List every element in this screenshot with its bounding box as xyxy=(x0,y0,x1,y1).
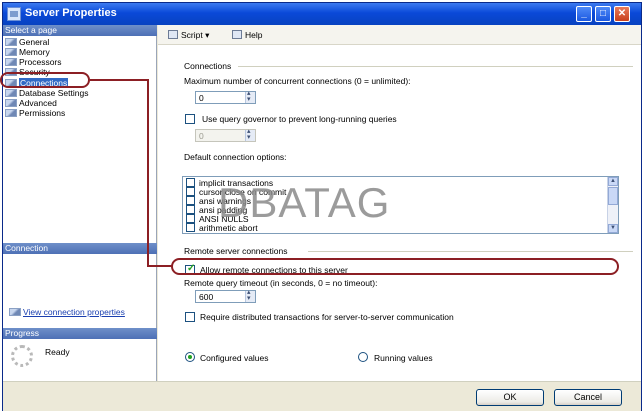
scroll-down-icon[interactable]: ▼ xyxy=(608,224,618,233)
maximize-button[interactable]: □ xyxy=(595,6,611,22)
annotation-connector xyxy=(90,79,148,81)
window-app-icon xyxy=(7,7,21,21)
connections-group-label: Connections xyxy=(184,61,232,71)
spin-arrows-icon[interactable] xyxy=(245,89,255,103)
divider xyxy=(238,66,633,67)
allow-remote-highlight-annotation xyxy=(171,258,619,275)
remote-timeout-stepper[interactable]: 600 xyxy=(195,288,256,303)
scroll-thumb[interactable] xyxy=(608,187,618,205)
option-checkbox[interactable] xyxy=(186,223,195,232)
option-checkbox[interactable] xyxy=(186,205,195,214)
toolbar: Script ▾ Help xyxy=(158,25,641,45)
close-icon: ✕ xyxy=(617,8,627,19)
script-icon xyxy=(168,30,178,39)
connections-highlight-annotation xyxy=(0,72,90,88)
remote-group-label: Remote server connections xyxy=(184,246,288,256)
progress-spinner-icon xyxy=(11,345,33,367)
annotation-connector xyxy=(147,265,172,267)
minimize-icon: _ xyxy=(581,8,587,19)
running-values-label: Running values xyxy=(374,353,433,363)
maximize-icon: □ xyxy=(599,8,607,19)
remote-timeout-label: Remote query timeout (in seconds, 0 = no… xyxy=(184,278,378,288)
running-values-radio[interactable] xyxy=(358,352,368,362)
configured-values-radio[interactable] xyxy=(185,352,195,362)
page-memory[interactable]: Memory xyxy=(5,47,50,57)
spin-arrows-icon xyxy=(245,127,255,141)
minimize-button[interactable]: _ xyxy=(576,6,592,22)
select-page-header: Select a page xyxy=(3,25,157,36)
title-bar[interactable]: Server Properties _ □ ✕ xyxy=(3,3,641,25)
option-checkbox[interactable] xyxy=(186,187,195,196)
page-processors[interactable]: Processors xyxy=(5,57,62,67)
page-icon xyxy=(5,38,17,46)
list-scrollbar[interactable]: ▲ ▼ xyxy=(607,177,618,233)
window-title: Server Properties xyxy=(25,7,117,19)
option-checkbox[interactable] xyxy=(186,178,195,187)
page-advanced[interactable]: Advanced xyxy=(5,98,57,108)
script-button[interactable]: Script ▾ xyxy=(168,29,209,41)
ok-button[interactable]: OK xyxy=(476,389,544,406)
default-options-label: Default connection options: xyxy=(184,152,287,162)
close-button[interactable]: ✕ xyxy=(614,6,630,22)
use-query-governor-label: Use query governor to prevent long-runni… xyxy=(202,114,397,124)
distributed-transactions-checkbox[interactable] xyxy=(185,312,195,322)
page-icon xyxy=(5,58,17,66)
option-checkbox[interactable] xyxy=(186,196,195,205)
connection-properties-icon xyxy=(9,308,21,316)
page-icon xyxy=(5,89,17,97)
page-general[interactable]: General xyxy=(5,37,49,47)
help-icon xyxy=(232,30,242,39)
scroll-up-icon[interactable]: ▲ xyxy=(608,177,618,186)
page-permissions[interactable]: Permissions xyxy=(5,108,65,118)
page-database-settings[interactable]: Database Settings xyxy=(5,88,88,98)
progress-status: Ready xyxy=(45,347,70,357)
button-bar: OK Cancel xyxy=(3,381,641,411)
configured-values-label: Configured values xyxy=(200,353,269,363)
view-connection-properties-link[interactable]: View connection properties xyxy=(9,307,125,317)
help-button[interactable]: Help xyxy=(232,29,262,41)
option-checkbox[interactable] xyxy=(186,214,195,223)
page-icon xyxy=(5,48,17,56)
divider xyxy=(308,251,633,252)
max-connections-label: Maximum number of concurrent connections… xyxy=(184,76,411,86)
use-query-governor-checkbox[interactable] xyxy=(185,114,195,124)
spin-arrows-icon[interactable] xyxy=(245,288,255,302)
cancel-button[interactable]: Cancel xyxy=(554,389,622,406)
chevron-down-icon: ▾ xyxy=(205,30,210,40)
annotation-connector xyxy=(147,79,149,267)
connection-header: Connection xyxy=(3,243,157,254)
max-connections-stepper[interactable]: 0 xyxy=(195,89,256,104)
distributed-transactions-label: Require distributed transactions for ser… xyxy=(200,312,454,322)
watermark: DBATAG xyxy=(218,179,391,226)
page-icon xyxy=(5,109,17,117)
page-icon xyxy=(5,99,17,107)
query-governor-stepper: 0 xyxy=(195,127,256,142)
progress-header: Progress xyxy=(3,328,157,339)
